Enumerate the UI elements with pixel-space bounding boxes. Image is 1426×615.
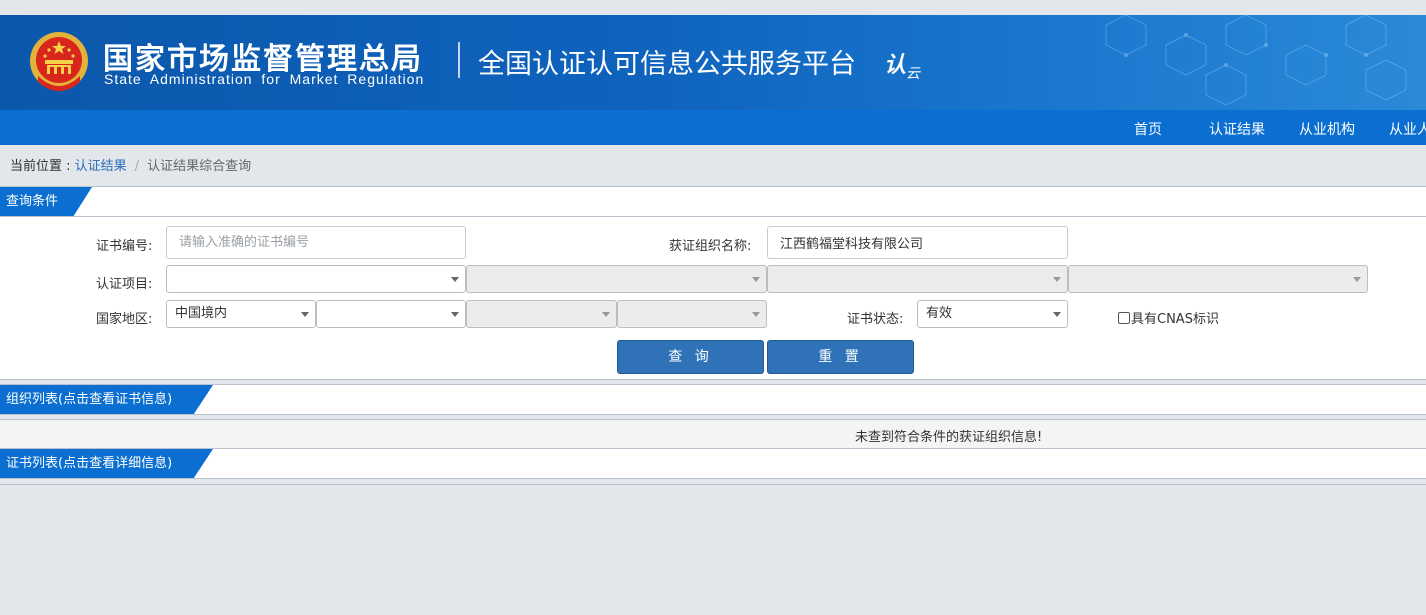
- project-label: 认证项目:: [96, 277, 153, 292]
- main-nav: 首页 认证结果 从业机构 从业人: [0, 110, 1426, 145]
- region-select-1-value: 中国境内: [175, 306, 228, 321]
- status-label: 证书状态:: [847, 312, 904, 327]
- org-name-en: State Administration for Market Regulati…: [104, 71, 425, 87]
- org-name-label: 获证组织名称:: [669, 239, 752, 254]
- status-select-value: 有效: [926, 306, 953, 321]
- region-select-3: [466, 300, 617, 328]
- search-button[interactable]: 查 询: [617, 340, 764, 374]
- region-select-2[interactable]: [316, 300, 466, 328]
- chevron-down-icon: [752, 277, 760, 282]
- org-name-input[interactable]: [767, 226, 1068, 259]
- query-section-header: 查询条件: [0, 186, 1426, 217]
- org-list-empty-row: 未查到符合条件的获证组织信息!: [0, 419, 1426, 448]
- chevron-down-icon: [301, 312, 309, 317]
- top-strip: [0, 0, 1426, 15]
- nav-item-institutions[interactable]: 从业机构: [1299, 119, 1355, 139]
- region-select-4: [617, 300, 767, 328]
- nav-item-cert-results[interactable]: 认证结果: [1209, 119, 1265, 139]
- cert-list-title: 证书列表(点击查看详细信息): [0, 449, 213, 478]
- query-section-title: 查询条件: [0, 187, 92, 216]
- national-emblem-icon: [30, 32, 88, 91]
- banner-divider: [458, 42, 460, 78]
- project-select-1[interactable]: [166, 265, 466, 293]
- cnas-checkbox-wrapper[interactable]: 具有CNAS标识: [1118, 308, 1219, 327]
- project-select-2: [466, 265, 767, 293]
- region-label: 国家地区:: [96, 312, 153, 327]
- cert-cloud-logo-main: 认: [884, 53, 907, 78]
- org-list-title: 组织列表(点击查看证书信息): [0, 385, 213, 414]
- chevron-down-icon: [602, 312, 610, 317]
- breadcrumb-current: 认证结果综合查询: [147, 159, 252, 174]
- chevron-down-icon: [1353, 277, 1361, 282]
- org-list-section-header: 组织列表(点击查看证书信息): [0, 384, 1426, 415]
- breadcrumb-separator: /: [134, 159, 140, 174]
- cnas-checkbox[interactable]: [1118, 312, 1130, 324]
- cert-list-section-header: 证书列表(点击查看详细信息): [0, 448, 1426, 479]
- cert-cloud-logo: 认云: [884, 47, 921, 82]
- status-select[interactable]: 有效: [917, 300, 1068, 328]
- project-select-4: [1068, 265, 1368, 293]
- breadcrumb-prefix: 当前位置 :: [10, 159, 75, 174]
- chevron-down-icon: [752, 312, 760, 317]
- region-select-1[interactable]: 中国境内: [166, 300, 316, 328]
- nav-item-practitioners[interactable]: 从业人: [1389, 119, 1426, 139]
- breadcrumb-link-cert-results[interactable]: 认证结果: [75, 159, 127, 174]
- platform-title: 全国认证认可信息公共服务平台: [478, 49, 856, 80]
- org-list-empty-message: 未查到符合条件的获证组织信息!: [855, 430, 1043, 445]
- breadcrumb: 当前位置 : 认证结果 / 认证结果综合查询: [10, 155, 251, 174]
- cert-no-label: 证书编号:: [96, 239, 153, 254]
- query-panel: 证书编号: 获证组织名称: 认证项目: 国家地区: 中国境内 证书状态: 有效 …: [0, 217, 1426, 380]
- cert-list-bottom-border: [0, 484, 1426, 485]
- chevron-down-icon: [1053, 312, 1061, 317]
- chevron-down-icon: [451, 277, 459, 282]
- chevron-down-icon: [451, 312, 459, 317]
- project-select-3: [767, 265, 1068, 293]
- chevron-down-icon: [1053, 277, 1061, 282]
- hexagon-pattern-decoration: [1105, 15, 1407, 106]
- cnas-checkbox-label: 具有CNAS标识: [1131, 312, 1219, 327]
- nav-item-home[interactable]: 首页: [1134, 119, 1162, 139]
- reset-button[interactable]: 重 置: [767, 340, 914, 374]
- site-banner: 国家市场监督管理总局 State Administration for Mark…: [0, 15, 1426, 110]
- cert-no-input[interactable]: [166, 226, 466, 259]
- cert-cloud-logo-sub: 云: [906, 66, 921, 82]
